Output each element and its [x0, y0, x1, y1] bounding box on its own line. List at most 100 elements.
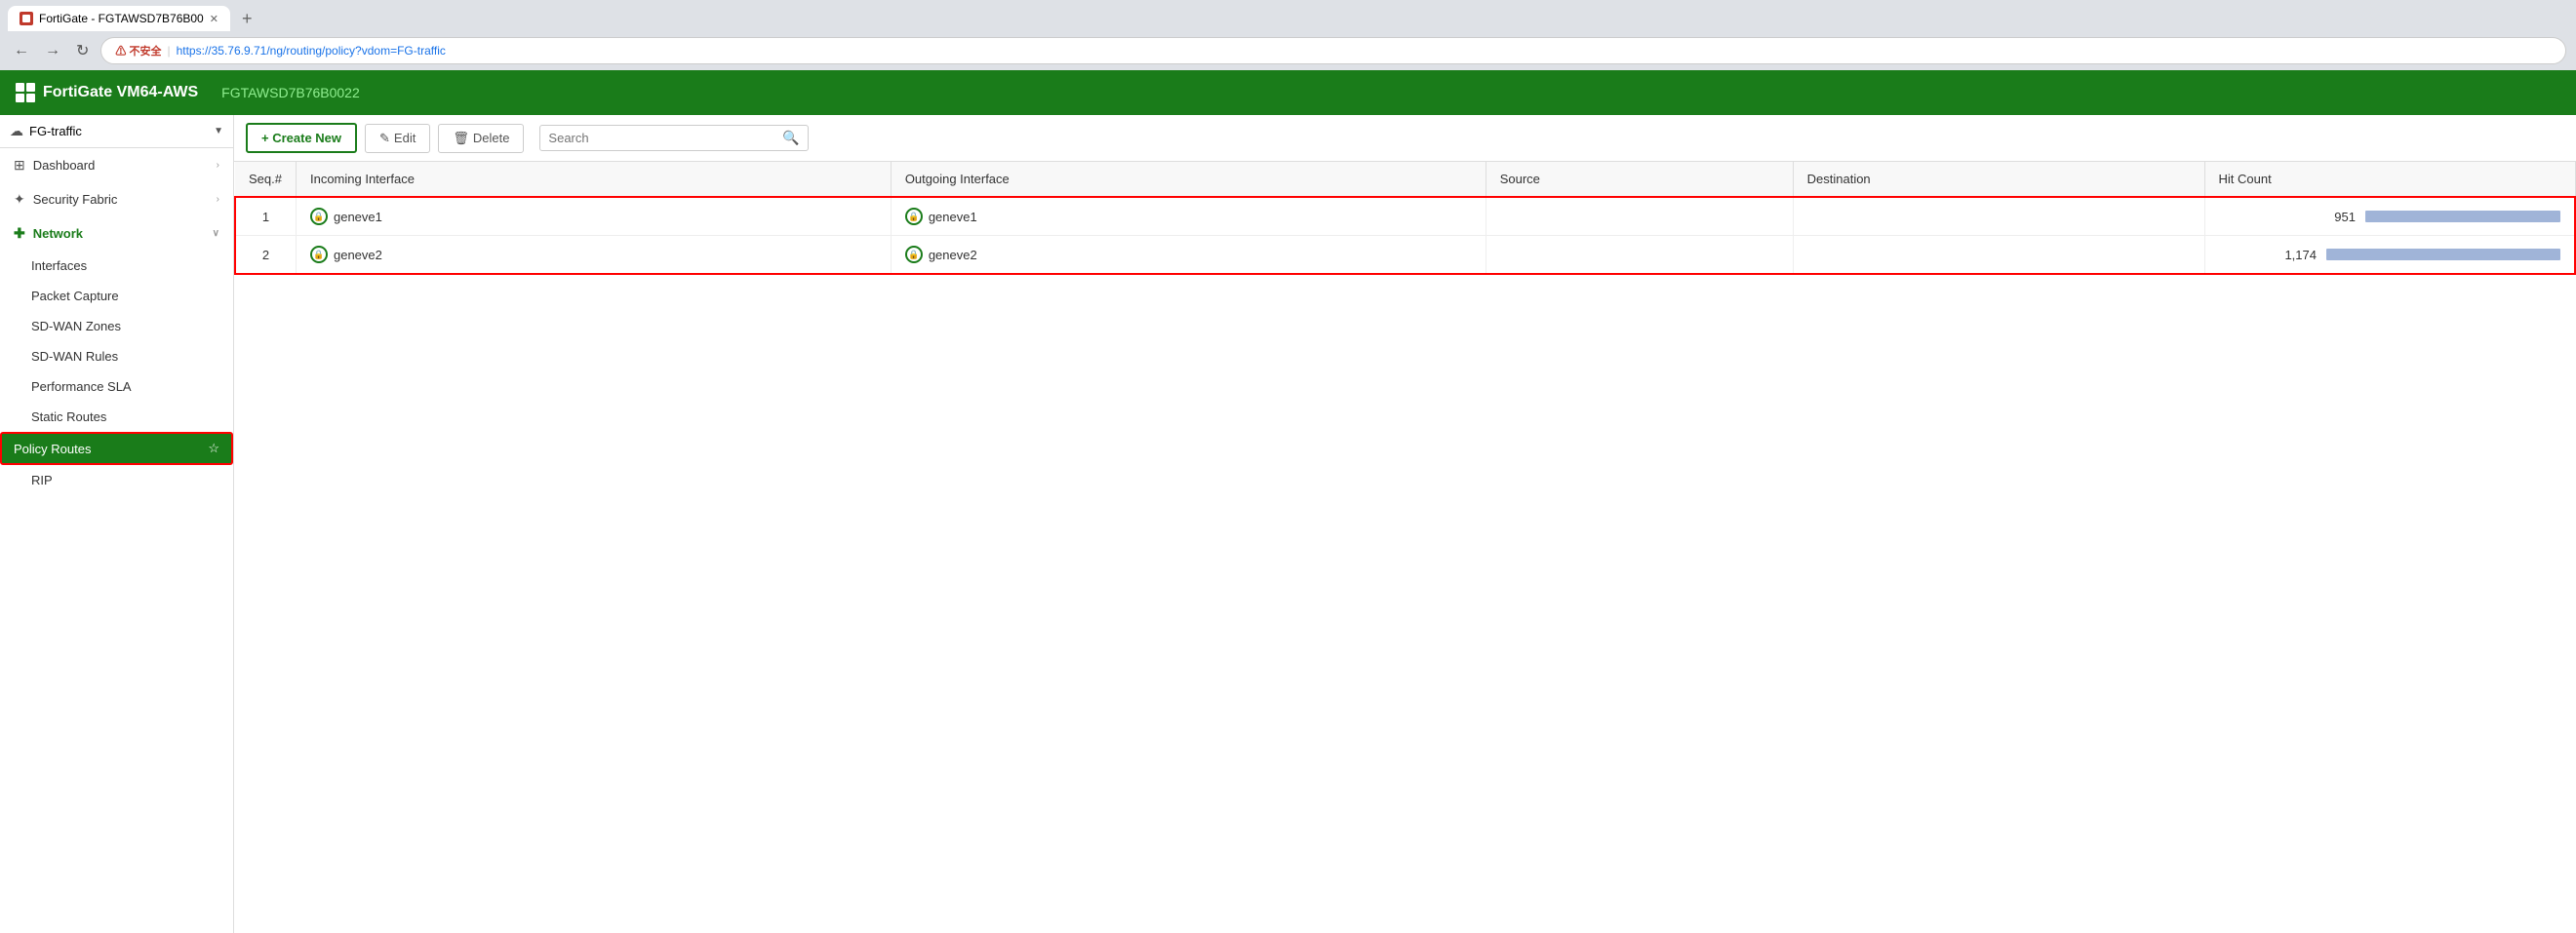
- device-id: FGTAWSD7B76B0022: [221, 85, 360, 100]
- sidebar-label-packet-capture: Packet Capture: [31, 289, 119, 303]
- sidebar-label-sdwan-rules: SD-WAN Rules: [31, 349, 118, 364]
- dashboard-icon: ⊞: [14, 157, 25, 174]
- sidebar-label-performance-sla: Performance SLA: [31, 379, 132, 394]
- network-arrow: ∨: [213, 228, 219, 239]
- security-fabric-arrow: ›: [217, 194, 219, 205]
- delete-label: Delete: [473, 131, 510, 145]
- sidebar-label-network: Network: [33, 226, 83, 241]
- content-area: + Create New ✎ Edit 🗑 Delete 🔍: [234, 115, 2576, 933]
- sidebar: ☁ FG-traffic ▼ ⊞ Dashboard › ✦ Security …: [0, 115, 234, 933]
- sidebar-item-network[interactable]: ✚ Network ∨: [0, 216, 233, 251]
- policy-routes-table: Seq.# Incoming Interface Outgoing Interf…: [234, 162, 2576, 275]
- delete-icon: 🗑: [453, 131, 469, 146]
- search-box[interactable]: 🔍: [539, 125, 808, 151]
- interface-icon: 🔒: [310, 246, 328, 263]
- cell-incoming: 🔒 geneve1: [296, 197, 891, 236]
- security-fabric-icon: ✦: [14, 191, 25, 208]
- cell-seq: 2: [235, 236, 296, 275]
- edit-button[interactable]: ✎ Edit: [365, 124, 430, 153]
- main-layout: ☁ FG-traffic ▼ ⊞ Dashboard › ✦ Security …: [0, 115, 2576, 933]
- cell-source: [1486, 197, 1793, 236]
- sidebar-label-sdwan-zones: SD-WAN Zones: [31, 319, 121, 333]
- edit-icon: ✎: [379, 131, 390, 146]
- security-warning: ⚠ 不安全: [115, 43, 161, 58]
- cell-outgoing: 🔒 geneve1: [891, 197, 1486, 236]
- cloud-icon: ☁: [10, 123, 23, 139]
- forward-button[interactable]: →: [41, 40, 64, 61]
- tab-close-button[interactable]: ✕: [210, 13, 218, 25]
- sidebar-label-policy-routes: Policy Routes: [14, 442, 91, 456]
- cell-destination: [1793, 197, 2204, 236]
- table-row[interactable]: 2 🔒 geneve2 🔒 geneve2 1,174: [235, 236, 2575, 275]
- col-incoming: Incoming Interface: [296, 162, 891, 197]
- network-icon: ✚: [14, 225, 25, 242]
- cell-hit-count: 1,174: [2204, 236, 2575, 275]
- search-button[interactable]: 🔍: [782, 130, 799, 146]
- cell-source: [1486, 236, 1793, 275]
- policy-routes-star[interactable]: ☆: [208, 441, 219, 456]
- incoming-interface-name: geneve1: [334, 210, 382, 224]
- tab-title: FortiGate - FGTAWSD7B76B00: [39, 12, 204, 25]
- reload-button[interactable]: ↻: [72, 39, 93, 62]
- table-container: Seq.# Incoming Interface Outgoing Interf…: [234, 162, 2576, 933]
- interface-icon: 🔒: [310, 208, 328, 225]
- fortigate-logo: [16, 83, 35, 102]
- address-bar[interactable]: ⚠ 不安全 | https://35.76.9.71/ng/routing/po…: [100, 37, 2566, 64]
- hit-count-value: 1,174: [2268, 248, 2317, 262]
- address-bar-row: ← → ↻ ⚠ 不安全 | https://35.76.9.71/ng/rout…: [0, 31, 2576, 70]
- sidebar-label-rip: RIP: [31, 473, 53, 487]
- sidebar-item-security-fabric[interactable]: ✦ Security Fabric ›: [0, 182, 233, 216]
- cell-seq: 1: [235, 197, 296, 236]
- interface-icon: 🔒: [905, 208, 923, 225]
- header-logo: FortiGate VM64-AWS: [16, 83, 198, 102]
- table-row[interactable]: 1 🔒 geneve1 🔒 geneve1 951: [235, 197, 2575, 236]
- address-url: https://35.76.9.71/ng/routing/policy?vdo…: [177, 44, 446, 58]
- header-row: Seq.# Incoming Interface Outgoing Interf…: [235, 162, 2575, 197]
- tab-favicon: [20, 12, 33, 25]
- sidebar-item-static-routes[interactable]: Static Routes: [0, 402, 233, 432]
- sidebar-item-packet-capture[interactable]: Packet Capture: [0, 281, 233, 311]
- address-separator: |: [167, 44, 170, 58]
- cell-outgoing: 🔒 geneve2: [891, 236, 1486, 275]
- new-tab-button[interactable]: +: [234, 9, 260, 29]
- dashboard-arrow: ›: [217, 160, 219, 171]
- sidebar-label-security-fabric: Security Fabric: [33, 192, 118, 207]
- sidebar-item-sdwan-rules[interactable]: SD-WAN Rules: [0, 341, 233, 371]
- col-hit-count: Hit Count: [2204, 162, 2575, 197]
- app-header: FortiGate VM64-AWS FGTAWSD7B76B0022: [0, 70, 2576, 115]
- incoming-interface-name: geneve2: [334, 248, 382, 262]
- table-body: 1 🔒 geneve1 🔒 geneve1 951 2 🔒 geneve2 🔒 geneve2 1,1…: [235, 197, 2575, 274]
- sidebar-item-interfaces[interactable]: Interfaces: [0, 251, 233, 281]
- cell-incoming: 🔒 geneve2: [296, 236, 891, 275]
- sidebar-label-interfaces: Interfaces: [31, 258, 87, 273]
- vdom-dropdown-arrow: ▼: [214, 126, 223, 136]
- interface-icon: 🔒: [905, 246, 923, 263]
- hit-count-bar: [2365, 211, 2560, 222]
- search-input[interactable]: [548, 131, 782, 145]
- cell-destination: [1793, 236, 2204, 275]
- back-button[interactable]: ←: [10, 40, 33, 61]
- sidebar-item-performance-sla[interactable]: Performance SLA: [0, 371, 233, 402]
- table-header: Seq.# Incoming Interface Outgoing Interf…: [235, 162, 2575, 197]
- cell-hit-count: 951: [2204, 197, 2575, 236]
- sidebar-label-static-routes: Static Routes: [31, 409, 106, 424]
- sidebar-item-sdwan-zones[interactable]: SD-WAN Zones: [0, 311, 233, 341]
- active-tab[interactable]: FortiGate - FGTAWSD7B76B00 ✕: [8, 6, 230, 31]
- col-outgoing: Outgoing Interface: [891, 162, 1486, 197]
- sidebar-item-dashboard[interactable]: ⊞ Dashboard ›: [0, 148, 233, 182]
- outgoing-interface-name: geneve2: [929, 248, 977, 262]
- delete-button[interactable]: 🗑 Delete: [438, 124, 524, 153]
- vdom-selector[interactable]: ☁ FG-traffic ▼: [0, 115, 233, 148]
- col-seq: Seq.#: [235, 162, 296, 197]
- edit-label: Edit: [394, 131, 416, 145]
- browser-chrome: FortiGate - FGTAWSD7B76B00 ✕ + ← → ↻ ⚠ 不…: [0, 0, 2576, 70]
- hit-count-value: 951: [2307, 210, 2356, 224]
- app-name: FortiGate VM64-AWS: [43, 84, 198, 101]
- search-icon: 🔍: [782, 130, 799, 145]
- tab-bar: FortiGate - FGTAWSD7B76B00 ✕ +: [0, 0, 2576, 31]
- sidebar-item-rip[interactable]: RIP: [0, 465, 233, 495]
- sidebar-item-policy-routes[interactable]: Policy Routes ☆: [0, 432, 233, 465]
- col-source: Source: [1486, 162, 1793, 197]
- create-new-button[interactable]: + Create New: [246, 123, 357, 153]
- outgoing-interface-name: geneve1: [929, 210, 977, 224]
